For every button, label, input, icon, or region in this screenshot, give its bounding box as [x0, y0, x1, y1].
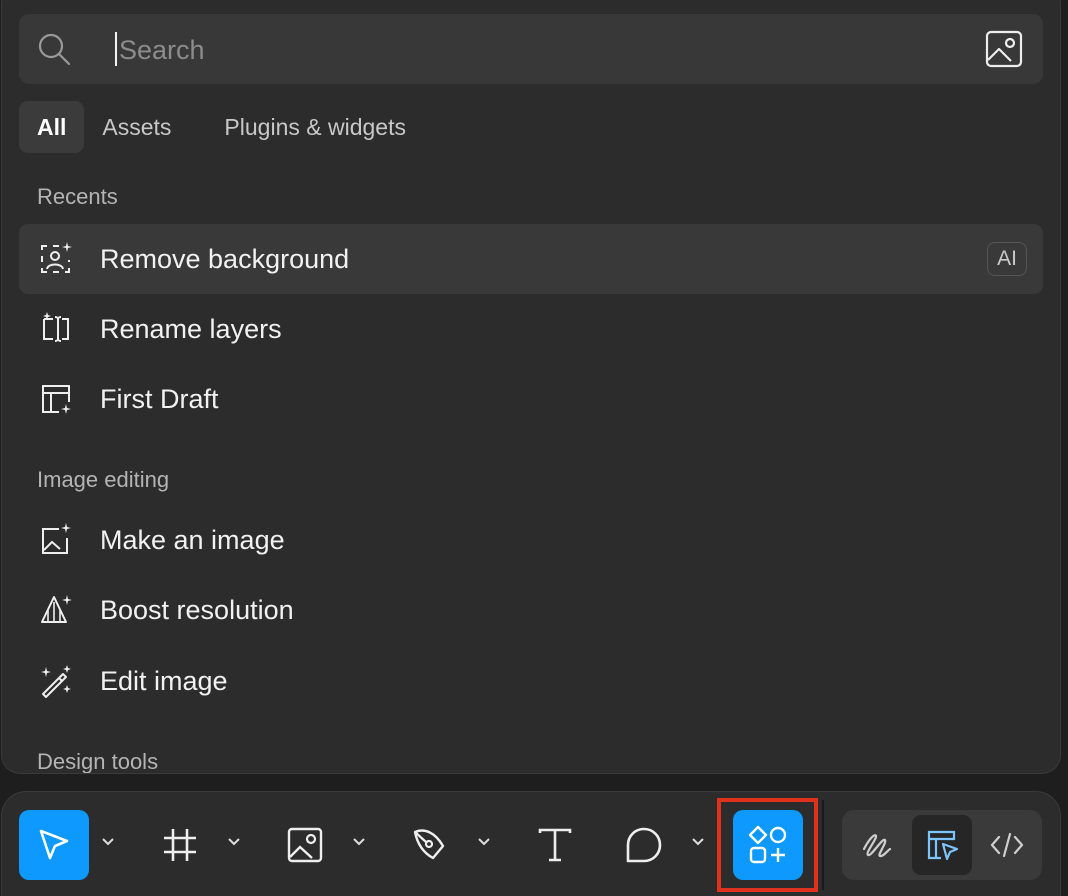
tab-bar: All Assets Plugins & widgets: [19, 101, 424, 153]
chevron-down-icon[interactable]: [690, 834, 706, 850]
section-title-design-tools: Design tools: [37, 749, 159, 773]
list-item-remove-background[interactable]: Remove background AI: [19, 224, 1043, 294]
draw-icon: [862, 834, 892, 858]
list-item-label: Make an image: [100, 524, 285, 555]
section-title-image-editing: Image editing: [37, 467, 170, 492]
rename-layers-icon: [43, 312, 69, 342]
image-search-icon[interactable]: [985, 30, 1023, 68]
mode-switcher: [842, 810, 1042, 880]
actions-tool-button[interactable]: [733, 810, 803, 880]
list-item-label: Boost resolution: [100, 594, 294, 625]
list-item-rename-layers[interactable]: Rename layers: [19, 294, 1043, 364]
search-input[interactable]: [117, 28, 981, 72]
list-item-label: Rename layers: [100, 313, 282, 344]
search-bar[interactable]: [19, 14, 1043, 84]
chevron-down-icon[interactable]: [476, 834, 492, 850]
search-icon: [38, 33, 71, 66]
design-icon: [927, 830, 959, 861]
tab-plugins-widgets[interactable]: Plugins & widgets: [206, 101, 424, 153]
code-icon: [990, 832, 1024, 858]
frame-tool-button[interactable]: [145, 810, 215, 880]
pen-tool-button[interactable]: [395, 810, 465, 880]
move-tool-button[interactable]: [19, 810, 89, 880]
list-item-make-an-image[interactable]: Make an image: [19, 505, 1043, 575]
comment-icon: [626, 827, 662, 863]
dev-mode-button[interactable]: [977, 815, 1037, 875]
make-image-icon: [42, 523, 71, 554]
comment-tool-button[interactable]: [609, 810, 679, 880]
frame-icon: [164, 829, 196, 861]
shapes-plus-icon: [748, 825, 787, 864]
remove-background-icon: [41, 242, 72, 273]
list-item-first-draft[interactable]: First Draft: [19, 364, 1043, 434]
toolbar-divider: [822, 800, 824, 890]
actions-panel: All Assets Plugins & widgets Recents Rem…: [2, 0, 1060, 773]
text-tool-button[interactable]: [520, 810, 590, 880]
list-item-edit-image[interactable]: Edit image: [19, 646, 1043, 716]
list-item-label: Edit image: [100, 665, 228, 696]
cursor-icon: [39, 829, 69, 860]
first-draft-icon: [42, 385, 71, 414]
draw-mode-button[interactable]: [847, 815, 907, 875]
list-item-boost-resolution[interactable]: Boost resolution: [19, 575, 1043, 645]
image-icon: [287, 827, 323, 863]
text-icon: [538, 828, 572, 862]
ai-badge: AI: [987, 242, 1027, 276]
chevron-down-icon[interactable]: [351, 834, 367, 850]
tab-all[interactable]: All: [19, 101, 85, 153]
tab-assets[interactable]: Assets: [84, 101, 189, 153]
chevron-down-icon[interactable]: [226, 834, 242, 850]
list-item-label: First Draft: [100, 383, 219, 414]
image-tool-button[interactable]: [270, 810, 340, 880]
edit-image-icon: [41, 665, 71, 698]
section-title-recents: Recents: [37, 184, 118, 209]
design-mode-button[interactable]: [912, 815, 972, 875]
list-item-label: Remove background: [100, 243, 350, 274]
boost-resolution-icon: [41, 595, 72, 623]
chevron-down-icon[interactable]: [100, 834, 116, 850]
pen-icon: [413, 829, 445, 860]
